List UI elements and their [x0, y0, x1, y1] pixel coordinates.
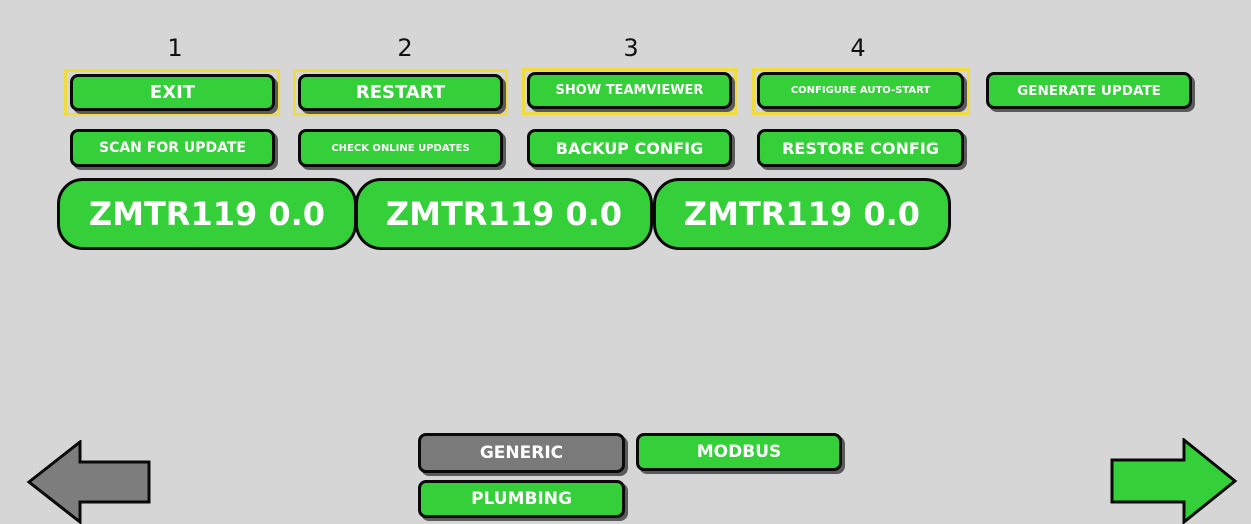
modbus-tab-button[interactable]: MODBUS: [636, 433, 842, 471]
left-arrow-icon[interactable]: [26, 440, 156, 524]
configure-auto-start-button[interactable]: CONFIGURE AUTO-START: [757, 72, 964, 109]
plumbing-tab-button[interactable]: PLUMBING: [418, 480, 625, 518]
column-number-4: 4: [850, 34, 866, 62]
right-arrow-icon[interactable]: [1108, 438, 1238, 524]
version-button-2[interactable]: ZMTR119 0.0: [355, 178, 653, 250]
restart-button[interactable]: RESTART: [298, 74, 503, 111]
restore-config-button[interactable]: RESTORE CONFIG: [757, 129, 964, 167]
generate-update-button[interactable]: GENERATE UPDATE: [986, 72, 1192, 109]
version-button-1[interactable]: ZMTR119 0.0: [57, 178, 357, 250]
version-button-3[interactable]: ZMTR119 0.0: [653, 178, 951, 250]
column-number-2: 2: [397, 34, 413, 62]
column-number-1: 1: [167, 34, 183, 62]
scan-for-update-button[interactable]: SCAN FOR UPDATE: [70, 129, 275, 167]
show-teamviewer-button[interactable]: SHOW TEAMVIEWER: [527, 72, 732, 109]
backup-config-button[interactable]: BACKUP CONFIG: [527, 129, 732, 167]
check-online-updates-button[interactable]: CHECK ONLINE UPDATES: [298, 129, 503, 167]
exit-button[interactable]: EXIT: [70, 74, 275, 111]
generic-tab-button[interactable]: GENERIC: [418, 433, 625, 473]
column-number-3: 3: [623, 34, 639, 62]
